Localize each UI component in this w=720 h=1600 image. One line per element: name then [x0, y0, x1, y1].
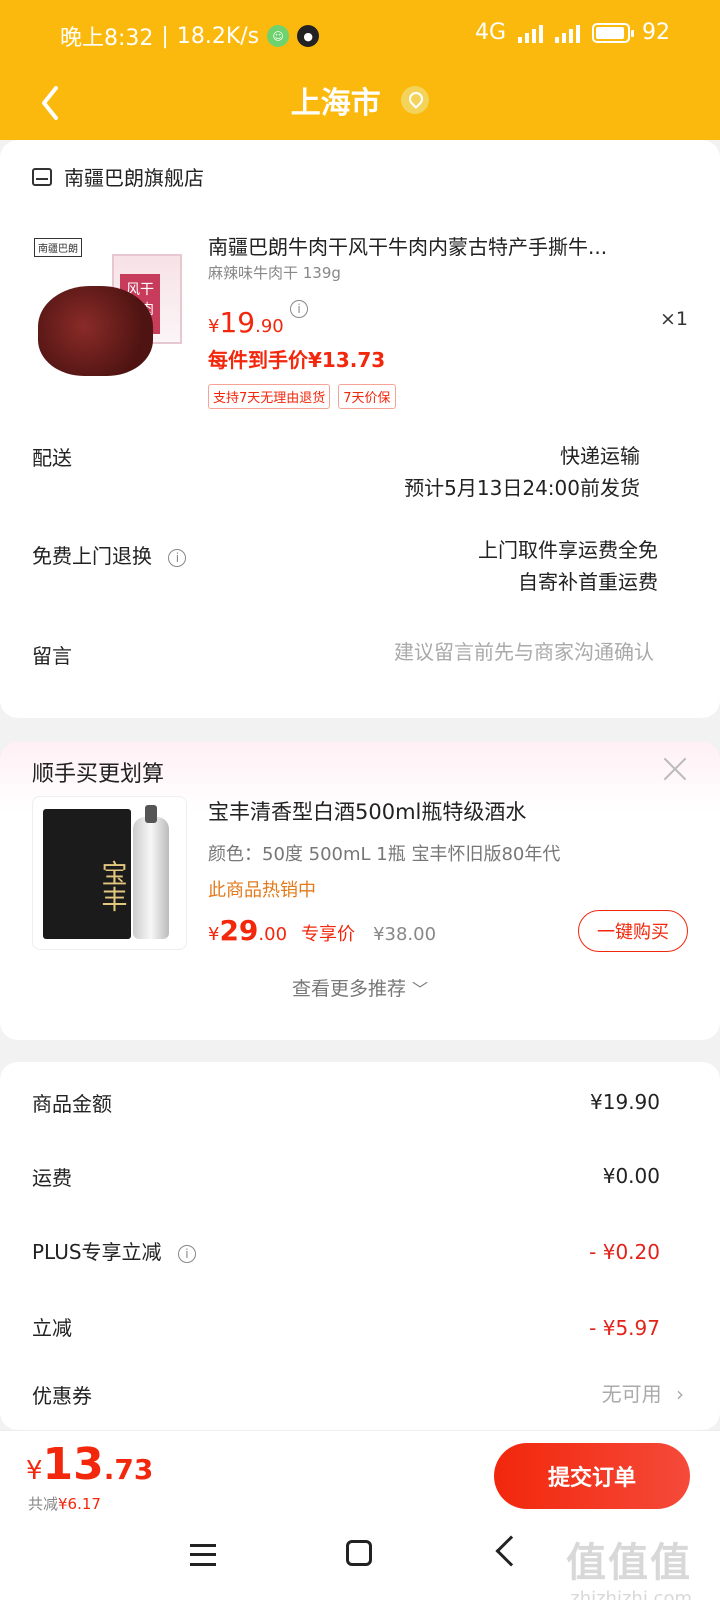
- store-name: 南疆巴朗旗舰店: [64, 166, 204, 190]
- jerky-illustration: [38, 286, 153, 376]
- delivery-method: 快递运输: [560, 444, 640, 468]
- chevron-right-icon: ›: [676, 1382, 684, 1406]
- service-tags: 支持7天无理由退货 7天价保: [208, 384, 396, 409]
- product-title[interactable]: 南疆巴朗牛肉干风干牛肉内蒙古特产手撕牛...: [208, 234, 668, 260]
- recommend-hot: 此商品热销中: [208, 880, 316, 901]
- goods-amount-value: ¥19.90: [590, 1090, 660, 1114]
- recommend-spec: 颜色：50度 500mL 1瓶 宝丰怀旧版80年代: [208, 844, 561, 865]
- total-saved[interactable]: 共减¥6.17: [28, 1493, 101, 1514]
- goods-amount-label: 商品金额: [32, 1092, 112, 1116]
- recommend-card: 顺手买更划算 宝丰 宝丰清香型白酒500ml瓶特级酒水 颜色：50度 500mL…: [0, 742, 720, 1040]
- exclusive-label: 专享价: [301, 924, 356, 945]
- network-type: 4G: [474, 20, 506, 45]
- plus-discount-value: - ¥0.20: [589, 1240, 660, 1264]
- plus-discount-row[interactable]: PLUS专享立减 i: [32, 1236, 196, 1265]
- status-time: 晚上8:32: [60, 26, 154, 51]
- message-input[interactable]: 建议留言前先与商家沟通确认: [394, 636, 654, 668]
- recommend-name[interactable]: 宝丰清香型白酒500ml瓶特级酒水: [208, 796, 526, 826]
- return-line2: 自寄补首重运费: [518, 570, 658, 594]
- more-recommend-button[interactable]: 查看更多推荐 ﹀: [0, 974, 720, 1001]
- return-row[interactable]: 免费上门退换 i: [32, 540, 187, 569]
- wine-bottle: [133, 805, 169, 939]
- product-quantity: ×1: [659, 308, 688, 330]
- store-header[interactable]: 南疆巴朗旗舰店: [32, 162, 204, 191]
- shipping-label: 运费: [32, 1166, 72, 1190]
- shipping-value: ¥0.00: [602, 1164, 660, 1188]
- store-icon: [32, 167, 52, 186]
- signal-icon: [518, 23, 543, 43]
- chevron-down-icon: ﹀: [412, 980, 429, 999]
- coupon-value: 无可用: [601, 1382, 662, 1406]
- price-summary: 商品金额 ¥19.90 运费 ¥0.00 PLUS专享立减 i - ¥0.20 …: [0, 1062, 720, 1430]
- product-spec: 麻辣味牛肉干 139g: [208, 264, 341, 282]
- city-name: 上海市: [290, 86, 381, 121]
- original-price: ¥38.00: [373, 924, 437, 945]
- product-price: ¥19.90: [208, 306, 284, 339]
- delivery-eta: 预计5月13日24:00前发货: [404, 476, 640, 500]
- notification-icon: ●: [297, 25, 320, 47]
- coupon-selector[interactable]: 无可用 ›: [602, 1378, 684, 1407]
- signal-icon-2: [555, 23, 580, 43]
- checkout-bar: ¥13.73 共减¥6.17 提交订单: [0, 1430, 720, 1518]
- recommend-price: ¥29.00 专享价 ¥38.00: [208, 914, 437, 947]
- return-info-icon[interactable]: i: [168, 548, 187, 567]
- price-info-icon[interactable]: i: [290, 300, 308, 318]
- plus-discount-label: PLUS专享立减: [32, 1240, 162, 1264]
- return-info: 上门取件享运费全免 自寄补首重运费: [478, 534, 658, 598]
- delivery-info[interactable]: 快递运输 预计5月13日24:00前发货: [404, 440, 640, 504]
- brand-logo: 南疆巴朗: [34, 238, 82, 257]
- submit-order-button[interactable]: 提交订单: [494, 1443, 690, 1509]
- net-speed: 18.2K/s: [176, 23, 260, 49]
- product-image[interactable]: 南疆巴朗 风干牛肉: [30, 234, 190, 389]
- recommend-image[interactable]: 宝丰: [32, 796, 187, 950]
- return-line1: 上门取件享运费全免: [478, 538, 658, 562]
- coupon-label: 优惠券: [32, 1384, 92, 1408]
- instant-discount-label: 立减: [32, 1316, 72, 1340]
- tag-return: 支持7天无理由退货: [208, 384, 331, 409]
- watermark: 值值值 zhizhizhi.com: [566, 1540, 692, 1600]
- total-price: ¥13.73: [26, 1439, 154, 1490]
- location-title[interactable]: 上海市: [0, 78, 720, 122]
- instant-discount-value: - ¥5.97: [589, 1316, 660, 1340]
- header: 上海市: [0, 68, 720, 138]
- order-card: 南疆巴朗旗舰店 南疆巴朗 风干牛肉 南疆巴朗牛肉干风干牛肉内蒙古特产手撕牛...…: [0, 140, 720, 718]
- back-nav-icon[interactable]: [495, 1535, 527, 1567]
- menu-icon[interactable]: [190, 1544, 216, 1566]
- recommend-title: 顺手买更划算: [32, 762, 165, 787]
- final-price: 每件到手价¥13.73: [208, 348, 386, 372]
- tag-price-protect: 7天价保: [338, 384, 396, 409]
- close-icon[interactable]: [662, 756, 688, 782]
- quick-buy-button[interactable]: 一键购买: [578, 910, 688, 952]
- smile-icon: ☺: [267, 25, 290, 47]
- message-label: 留言: [32, 644, 72, 668]
- delivery-label: 配送: [32, 446, 72, 470]
- plus-info-icon[interactable]: i: [177, 1244, 196, 1263]
- location-pin-icon: [401, 86, 430, 114]
- battery-icon: [592, 22, 634, 43]
- return-label: 免费上门退换: [32, 544, 152, 568]
- battery-level: 92: [642, 20, 670, 45]
- wine-box: 宝丰: [43, 809, 131, 939]
- status-bar: 晚上8:32 | 18.2K/s ☺ ● 4G 92: [60, 20, 670, 51]
- home-icon[interactable]: [346, 1540, 372, 1566]
